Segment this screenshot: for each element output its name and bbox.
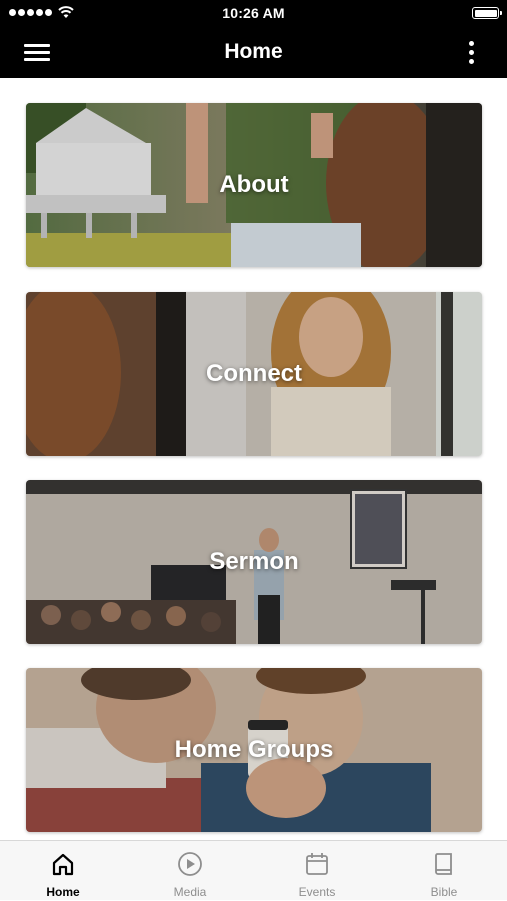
page-title: Home bbox=[224, 40, 283, 63]
battery-icon bbox=[472, 7, 502, 19]
home-icon bbox=[52, 853, 74, 876]
home-groups-card-title: Home Groups bbox=[174, 736, 334, 763]
book-icon bbox=[435, 853, 452, 875]
home-content: About Connect Sermon Home Groups bbox=[0, 78, 507, 840]
tab-media-label: Media bbox=[173, 885, 207, 899]
home-groups-card[interactable]: Home Groups bbox=[26, 668, 482, 832]
play-circle-icon bbox=[178, 852, 202, 876]
status-time: 10:26 AM bbox=[222, 5, 285, 21]
about-card-title: About bbox=[219, 171, 289, 198]
sermon-card-title: Sermon bbox=[209, 548, 299, 575]
tab-events-label: Events bbox=[298, 885, 336, 899]
sermon-card[interactable]: Sermon bbox=[26, 480, 482, 644]
hamburger-menu-icon[interactable] bbox=[20, 39, 54, 65]
connect-card[interactable]: Connect bbox=[26, 292, 482, 456]
about-card[interactable]: About bbox=[26, 103, 482, 267]
tab-home-label: Home bbox=[46, 885, 80, 899]
tab-home[interactable]: Home bbox=[0, 841, 126, 901]
calendar-icon bbox=[306, 853, 328, 875]
tab-events[interactable]: Events bbox=[254, 841, 380, 901]
tab-bible-label: Bible bbox=[430, 885, 458, 899]
navigation-bar: Home bbox=[0, 26, 507, 78]
tab-bar: Home Media Events Bible bbox=[0, 840, 507, 900]
tab-media[interactable]: Media bbox=[127, 841, 253, 901]
more-options-icon[interactable] bbox=[459, 38, 483, 68]
connect-card-title: Connect bbox=[206, 360, 302, 387]
status-bar: 10:26 AM bbox=[0, 0, 507, 26]
tab-bible[interactable]: Bible bbox=[381, 841, 507, 901]
